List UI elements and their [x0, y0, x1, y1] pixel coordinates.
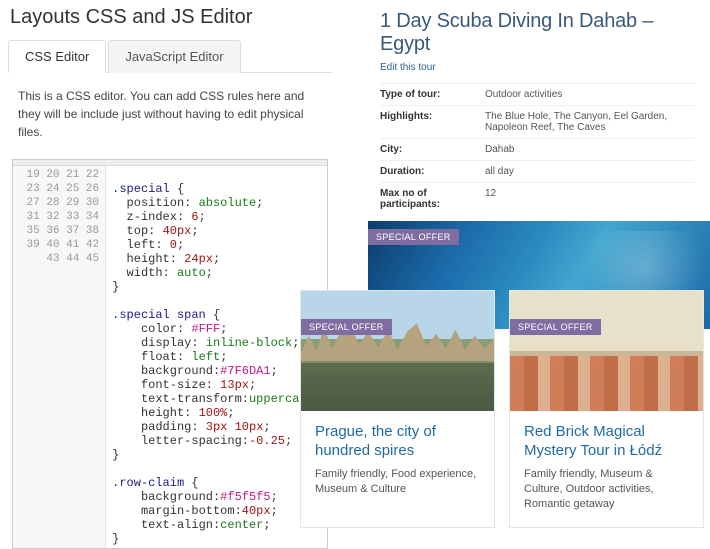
card-image: SPECIAL OFFER: [301, 291, 494, 411]
card-tags: Family friendly, Museum & Culture, Outdo…: [524, 467, 689, 513]
edit-tour-link[interactable]: Edit this tour: [380, 62, 436, 73]
tour-card[interactable]: SPECIAL OFFER Red Brick Magical Mystery T…: [509, 290, 704, 528]
tab-css[interactable]: CSS Editor: [8, 40, 106, 73]
tour-detail-row: City:Dahab: [380, 138, 694, 160]
editor-tabs: CSS Editor JavaScript Editor: [8, 39, 332, 73]
editor-description: This is a CSS editor. You can add CSS ru…: [0, 73, 340, 159]
editor-panel: Layouts CSS and JS Editor CSS Editor Jav…: [0, 0, 340, 549]
tour-detail-label: Max no of participants:: [380, 188, 485, 210]
card-body: Prague, the city of hundred spires Family…: [301, 411, 494, 511]
card-title[interactable]: Prague, the city of hundred spires: [315, 423, 480, 461]
tour-detail-row: Highlights:The Blue Hole, The Canyon, Ee…: [380, 105, 694, 138]
card-title[interactable]: Red Brick Magical Mystery Tour in Łódź: [524, 423, 689, 461]
special-offer-badge: SPECIAL OFFER: [510, 319, 601, 335]
tour-detail-value: Outdoor activities: [485, 89, 694, 100]
tour-detail-value: The Blue Hole, The Canyon, Eel Garden, N…: [485, 111, 694, 133]
tour-detail-row: Type of tour:Outdoor activities: [380, 83, 694, 105]
tour-title: 1 Day Scuba Diving In Dahab – Egypt: [380, 10, 694, 56]
tour-detail-label: Highlights:: [380, 111, 485, 133]
tour-details-table: Type of tour:Outdoor activitiesHighlight…: [380, 83, 694, 215]
tour-detail-row: Duration:all day: [380, 160, 694, 182]
tour-cards: SPECIAL OFFER Prague, the city of hundred…: [300, 290, 710, 528]
card-tags: Family friendly, Food experience, Museum…: [315, 467, 480, 498]
tour-card[interactable]: SPECIAL OFFER Prague, the city of hundred…: [300, 290, 495, 528]
code-content[interactable]: .special { position: absolute; z-index: …: [106, 166, 327, 548]
code-editor[interactable]: 19 20 21 22 23 24 25 26 27 28 29 30 31 3…: [12, 159, 328, 549]
tour-detail-label: Type of tour:: [380, 89, 485, 100]
card-body: Red Brick Magical Mystery Tour in Łódź Fa…: [510, 411, 703, 527]
line-gutter: 19 20 21 22 23 24 25 26 27 28 29 30 31 3…: [13, 166, 106, 548]
preview-panel: 1 Day Scuba Diving In Dahab – Egypt Edit…: [340, 0, 710, 329]
tour-detail-value: all day: [485, 166, 694, 177]
card-image: SPECIAL OFFER: [510, 291, 703, 411]
special-offer-badge: SPECIAL OFFER: [368, 229, 459, 245]
tour-detail-label: Duration:: [380, 166, 485, 177]
special-offer-badge: SPECIAL OFFER: [301, 319, 392, 335]
tour-detail-label: City:: [380, 144, 485, 155]
tab-js[interactable]: JavaScript Editor: [108, 40, 240, 73]
editor-title: Layouts CSS and JS Editor: [0, 0, 340, 39]
tour-detail-value: Dahab: [485, 144, 694, 155]
tour-detail-value: 12: [485, 188, 694, 210]
tour-detail-row: Max no of participants:12: [380, 182, 694, 215]
tour-header: 1 Day Scuba Diving In Dahab – Egypt Edit…: [340, 0, 710, 79]
